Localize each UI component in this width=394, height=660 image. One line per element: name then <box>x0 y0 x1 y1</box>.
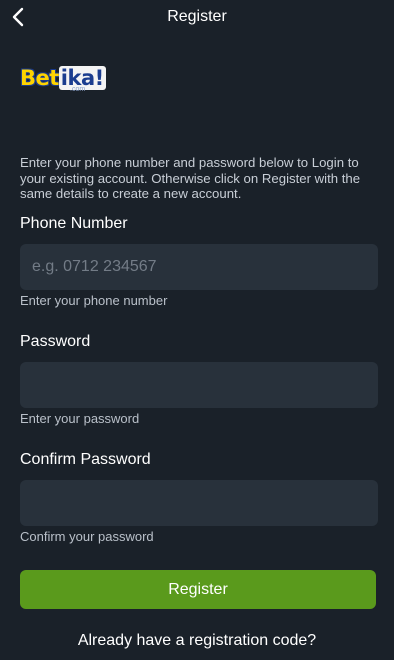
confirm-password-label: Confirm Password <box>20 451 151 468</box>
register-button[interactable]: Register <box>20 570 376 609</box>
logo-part-bet: Bet <box>20 66 59 90</box>
page-title: Register <box>167 8 227 25</box>
intro-text: Enter your phone number and password bel… <box>20 155 361 201</box>
password-hint: Enter your password <box>20 411 140 426</box>
betika-logo: Betika! .com <box>20 64 106 96</box>
phone-number-hint: Enter your phone number <box>20 293 168 308</box>
logo-wordmark: Betika! <box>20 64 106 92</box>
phone-number-label: Phone Number <box>20 215 128 232</box>
password-label: Password <box>20 333 91 350</box>
top-bar: Register <box>0 0 394 36</box>
registration-code-link[interactable]: Already have a registration code? <box>0 632 394 650</box>
password-input[interactable] <box>20 362 378 408</box>
phone-number-input[interactable] <box>20 244 378 290</box>
confirm-password-input[interactable] <box>20 480 378 526</box>
confirm-password-hint: Confirm your password <box>20 529 154 544</box>
logo-domain: .com <box>70 86 86 93</box>
